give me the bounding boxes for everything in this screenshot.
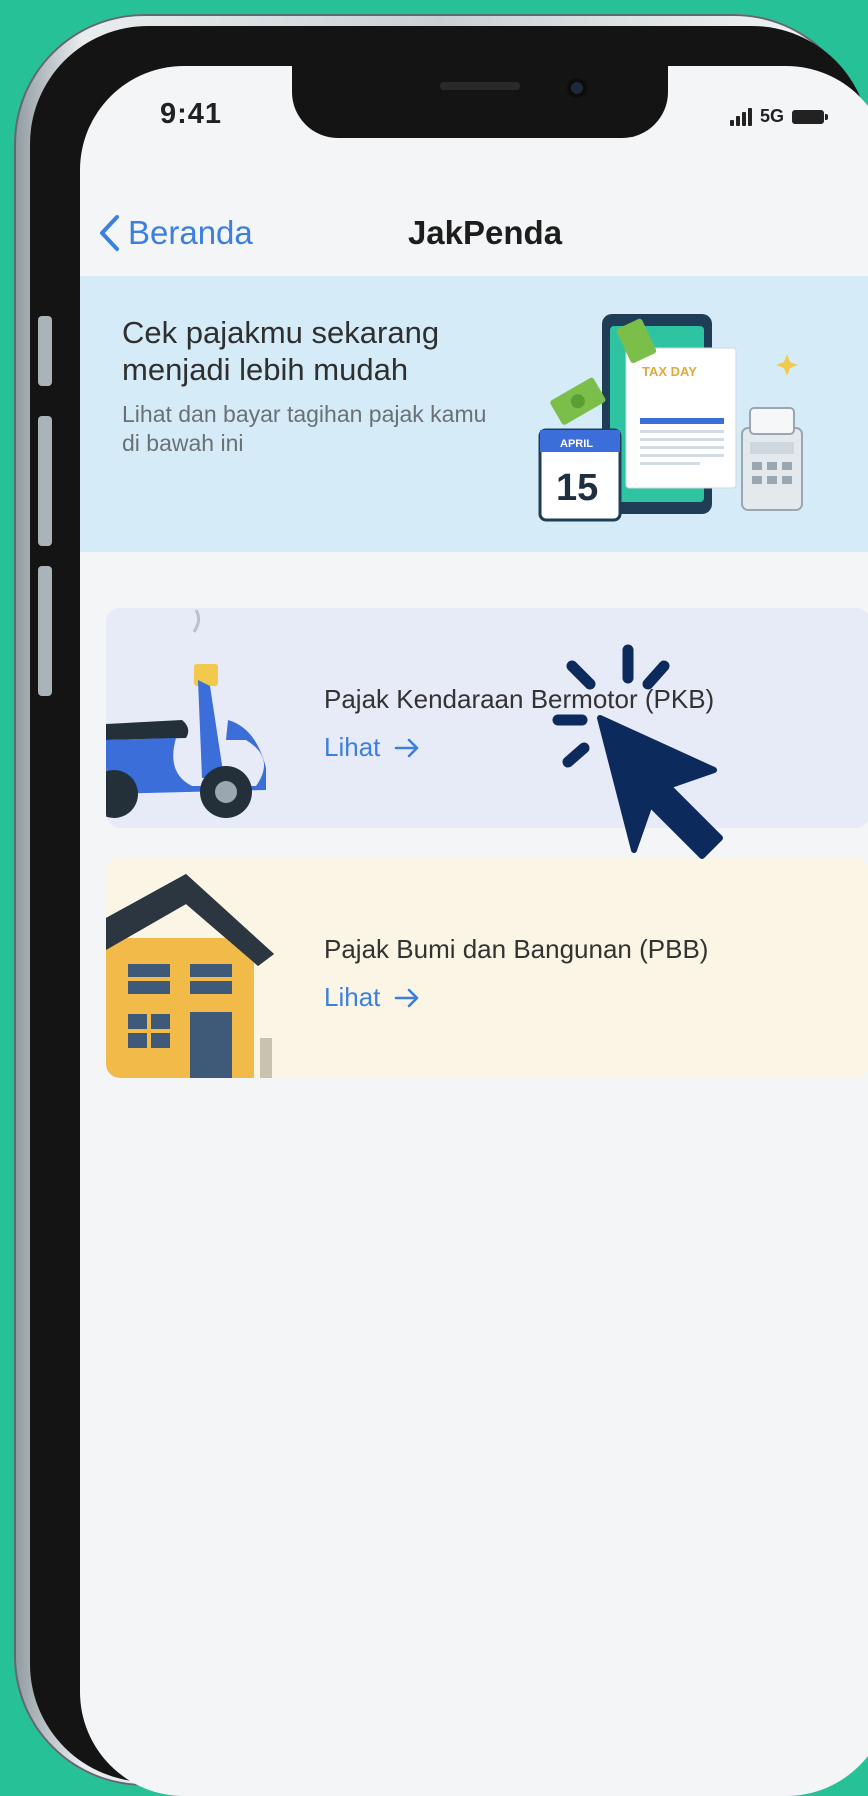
click-cursor-icon xyxy=(552,644,723,859)
banner-title: Cek pajakmu sekarang menjadi lebih mudah xyxy=(122,315,440,387)
phone-bezel: 9:41 5G Beranda JakPenda Cek pajakmu sek… xyxy=(30,26,868,1796)
arrow-right-icon xyxy=(395,988,419,1007)
page-title: JakPenda xyxy=(407,214,563,251)
mute-switch xyxy=(38,316,52,386)
document-heading: TAX DAY xyxy=(642,364,697,379)
navigation-bar: Beranda JakPenda xyxy=(80,186,868,277)
signal-icon xyxy=(729,107,752,126)
tax-illustration: TAX DAY APRIL 15 xyxy=(538,314,803,522)
status-icons: 5G xyxy=(729,106,828,127)
arrow-right-icon xyxy=(395,738,419,757)
tax-card-title: Pajak Bumi dan Bangunan (PBB) xyxy=(324,934,709,964)
link-label: Lihat xyxy=(324,982,381,1012)
speaker xyxy=(440,82,520,90)
house-icon xyxy=(106,874,274,1078)
promo-banner: Cek pajakmu sekarang menjadi lebih mudah… xyxy=(80,276,868,552)
network-label: 5G xyxy=(759,106,784,126)
notch xyxy=(292,66,668,138)
status-time: 9:41 xyxy=(160,98,223,130)
calendar-day: 15 xyxy=(556,467,598,509)
calendar-month: APRIL xyxy=(560,438,593,450)
link-label: Lihat xyxy=(324,732,381,762)
front-camera xyxy=(567,78,587,98)
tax-card-pbb[interactable]: Pajak Bumi dan Bangunan (PBB) Lihat xyxy=(106,858,868,1078)
banner-subtitle: Lihat dan bayar tagihan pajak kamu di ba… xyxy=(122,401,487,456)
battery-icon xyxy=(792,109,828,124)
scooter-icon xyxy=(106,609,266,818)
view-pbb-link[interactable]: Lihat xyxy=(324,982,420,1013)
view-pkb-link[interactable]: Lihat xyxy=(324,732,420,763)
volume-down-button xyxy=(38,566,52,696)
volume-up-button xyxy=(38,416,52,546)
phone-screen: 9:41 5G Beranda JakPenda Cek pajakmu sek… xyxy=(80,66,868,1796)
